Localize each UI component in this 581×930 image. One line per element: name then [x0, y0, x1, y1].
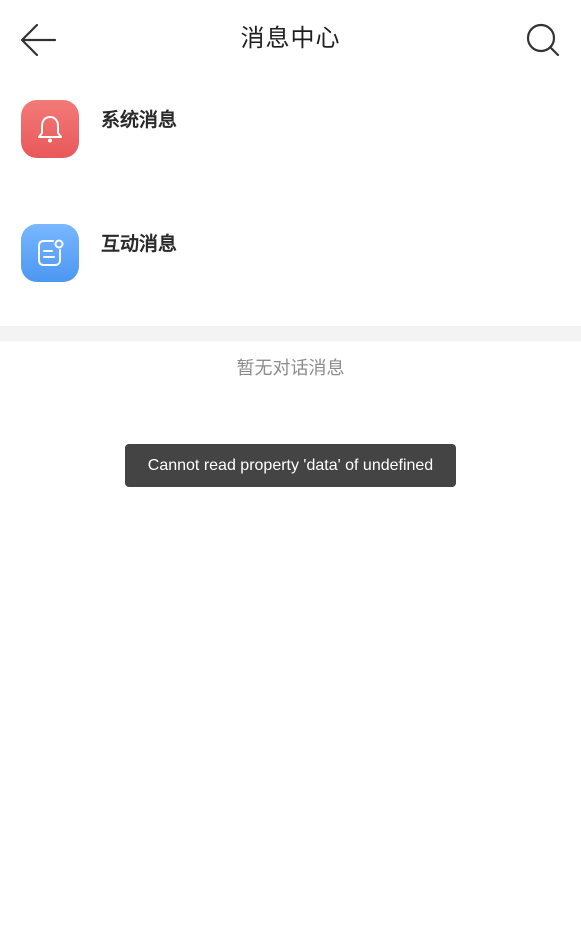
interaction-messages-tile [21, 224, 79, 282]
error-toast: Cannot read property 'data' of undefined [125, 444, 456, 487]
search-button[interactable] [521, 18, 565, 62]
system-messages-label: 系统消息 [101, 109, 178, 131]
section-divider [0, 326, 581, 341]
bell-icon [38, 116, 62, 143]
page-title: 消息中心 [240, 24, 341, 52]
system-messages-tile [21, 100, 79, 158]
header: 消息中心 [0, 0, 581, 80]
interaction-messages-label: 互动消息 [101, 233, 178, 255]
message-center-page: 消息中心 系统消息 互动消息 暂无对话消息 Cannot read proper… [0, 0, 581, 930]
search-icon [526, 23, 560, 57]
interaction-messages-item[interactable]: 互动消息 [0, 214, 581, 314]
system-messages-item[interactable]: 系统消息 [0, 90, 581, 190]
empty-conversations-text: 暂无对话消息 [236, 358, 345, 379]
chat-note-icon [38, 239, 64, 266]
